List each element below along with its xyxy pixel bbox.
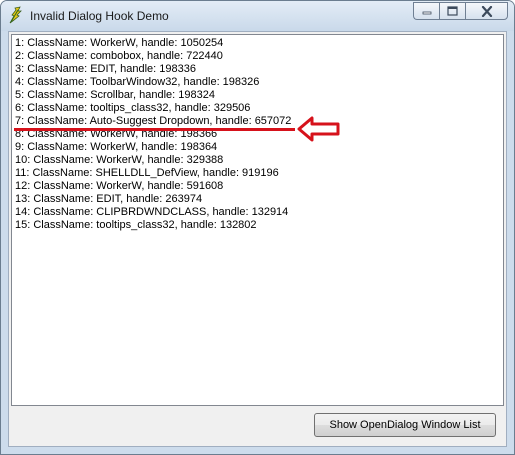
list-item[interactable]: 3: ClassName: EDIT, handle: 198336 [15,63,196,76]
maximize-button[interactable] [439,2,465,20]
list-item[interactable]: 11: ClassName: SHELLDLL_DefView, handle:… [15,167,279,180]
list-item[interactable]: 14: ClassName: CLIPBRDWNDCLASS, handle: … [15,206,288,219]
caption-buttons [413,2,508,21]
list-item[interactable]: 1: ClassName: WorkerW, handle: 1050254 [15,37,223,50]
list-item[interactable]: 2: ClassName: combobox, handle: 722440 [15,50,223,63]
annotation-underline [14,128,295,131]
feather-app-icon [9,6,22,24]
list-item[interactable]: 4: ClassName: ToolbarWindow32, handle: 1… [15,76,259,89]
app-window: Invalid Dialog Hook Demo 1: ClassName: W… [0,0,515,455]
minimize-button[interactable] [413,2,439,20]
list-item[interactable]: 13: ClassName: EDIT, handle: 263974 [15,193,202,206]
window-class-listbox[interactable]: 1: ClassName: WorkerW, handle: 1050254 2… [11,34,504,406]
minimize-icon [422,11,431,15]
maximize-icon [447,6,458,16]
close-icon [481,5,492,17]
list-item[interactable]: 15: ClassName: tooltips_class32, handle:… [15,219,257,232]
window-title: Invalid Dialog Hook Demo [30,9,169,23]
show-opendialog-window-list-button[interactable]: Show OpenDialog Window List [314,413,496,437]
title-bar[interactable]: Invalid Dialog Hook Demo [1,1,514,31]
dialog-client-area: 1: ClassName: WorkerW, handle: 1050254 2… [8,31,507,447]
list-item[interactable]: 10: ClassName: WorkerW, handle: 329388 [15,154,223,167]
list-item[interactable]: 6: ClassName: tooltips_class32, handle: … [15,102,250,115]
list-item[interactable]: 5: ClassName: Scrollbar, handle: 198324 [15,89,215,102]
red-arrow-icon [297,116,340,142]
button-label: Show OpenDialog Window List [329,419,481,431]
list-item[interactable]: 12: ClassName: WorkerW, handle: 591608 [15,180,223,193]
list-item[interactable]: 9: ClassName: WorkerW, handle: 198364 [15,141,217,154]
close-button[interactable] [465,2,508,20]
list-item-highlighted[interactable]: 7: ClassName: Auto-Suggest Dropdown, han… [15,115,291,128]
